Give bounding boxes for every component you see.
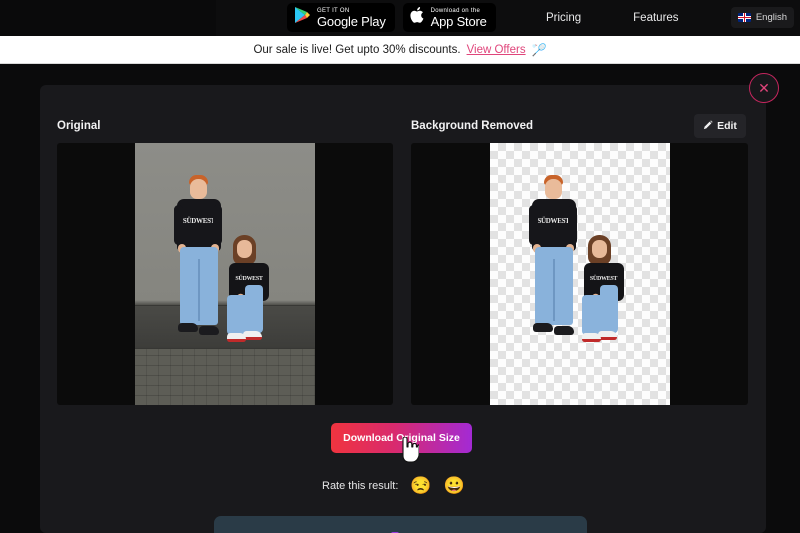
promo-banner: Our sale is live! Get upto 30% discounts… xyxy=(0,36,800,64)
close-icon: ✕ xyxy=(758,80,770,96)
view-offers-link[interactable]: View Offers xyxy=(467,44,526,56)
rate-unhappy-button[interactable]: 😒 xyxy=(410,477,431,494)
original-column-title: Original xyxy=(57,120,101,132)
background-removed-photo: SÜDWEST SÜDWEST xyxy=(489,143,670,405)
shirt-logo-text-crouching-cutout: SÜDWEST xyxy=(589,276,618,282)
rate-result-label: Rate this result: xyxy=(322,479,399,492)
original-image-frame: SÜDWEST SÜDWEST xyxy=(57,143,393,405)
close-modal-button[interactable]: ✕ xyxy=(749,73,779,103)
shirt-logo-text-crouching: SÜDWEST xyxy=(235,276,263,282)
rate-result-row: Rate this result: 😒 😀 xyxy=(322,477,465,494)
download-original-size-button[interactable]: Download Original Size xyxy=(331,423,472,453)
store-badges-group: GET IT ON Google Play Download on the Ap… xyxy=(287,3,496,32)
page-root: GET IT ON Google Play Download on the Ap… xyxy=(0,0,800,533)
rate-happy-button[interactable]: 😀 xyxy=(444,477,465,494)
transparency-checkerboard xyxy=(489,143,670,405)
google-play-icon xyxy=(294,6,311,29)
top-navigation-bar: GET IT ON Google Play Download on the Ap… xyxy=(0,0,800,36)
edit-button-label: Edit xyxy=(717,120,737,132)
bottom-dock-panel[interactable] xyxy=(214,516,587,533)
edit-button[interactable]: Edit xyxy=(694,114,746,138)
google-play-label: Google Play xyxy=(317,13,386,29)
apple-icon xyxy=(410,6,425,29)
app-store-label: App Store xyxy=(430,13,487,29)
badminton-icon: 🏸 xyxy=(531,42,547,57)
uk-flag-icon xyxy=(737,13,751,22)
background-removed-image-frame: SÜDWEST SÜDWEST xyxy=(411,143,748,405)
app-store-button[interactable]: Download on the App Store xyxy=(402,3,496,32)
pencil-icon xyxy=(703,117,713,135)
nav-link-features[interactable]: Features xyxy=(607,12,704,24)
download-button-label: Download Original Size xyxy=(343,432,460,444)
nav-left-region xyxy=(0,0,216,36)
language-label: English xyxy=(755,12,787,23)
language-selector[interactable]: English xyxy=(730,7,794,28)
google-play-button[interactable]: GET IT ON Google Play xyxy=(287,3,395,32)
google-play-small-label: GET IT ON xyxy=(317,7,350,14)
original-photo: SÜDWEST SÜDWEST xyxy=(135,143,315,405)
background-removed-column-title: Background Removed xyxy=(411,120,534,132)
promo-text: Our sale is live! Get upto 30% discounts… xyxy=(253,43,461,56)
photo-pavement xyxy=(135,349,315,405)
app-store-small-label: Download on the xyxy=(430,7,481,14)
nav-link-pricing[interactable]: Pricing xyxy=(520,12,607,24)
